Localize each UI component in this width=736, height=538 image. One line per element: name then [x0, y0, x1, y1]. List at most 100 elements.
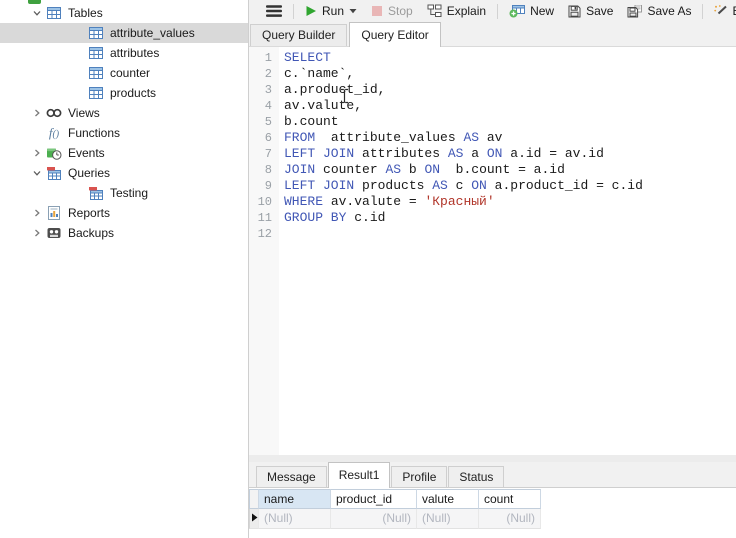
- tree-item-testing[interactable]: Testing: [0, 183, 248, 203]
- sidebar-tree: Tables attribute_values attributes counter p…: [0, 3, 248, 243]
- toolbar-button-explain[interactable]: Explain: [420, 0, 493, 22]
- sql-identifier: b.count = a.id: [440, 162, 565, 177]
- table-icon: [46, 5, 62, 21]
- sql-keyword: GROUP BY: [284, 210, 347, 225]
- tree-item-attribute-values[interactable]: attribute_values: [0, 23, 248, 43]
- code-line: 1 SELECT: [249, 50, 736, 66]
- tree-item-views[interactable]: Views: [0, 103, 248, 123]
- save-as-icon: [627, 4, 643, 18]
- tree-item-label: counter: [110, 66, 151, 80]
- toolbar-button-save[interactable]: Save: [561, 0, 620, 22]
- tree-item-label: Functions: [68, 126, 121, 140]
- code-line: 12: [249, 226, 736, 242]
- toolbar-button-run[interactable]: Run: [298, 0, 364, 22]
- column-header-product-id[interactable]: product_id: [331, 489, 417, 509]
- column-header-name[interactable]: name: [259, 489, 331, 509]
- sql-identifier: attribute_values: [315, 130, 464, 145]
- line-number: 10: [257, 195, 272, 209]
- column-header-label: name: [264, 492, 295, 506]
- code-line: 8 JOIN counter AS b ON b.count = a.id: [249, 162, 736, 178]
- sql-keyword: ON: [471, 178, 487, 193]
- column-header-count[interactable]: count: [479, 489, 541, 509]
- sql-identifier: counter: [315, 162, 386, 177]
- table-icon: [88, 65, 104, 81]
- tab-query-editor[interactable]: Query Editor: [349, 22, 441, 47]
- toolbar-separator: [293, 3, 294, 19]
- cell-product-id[interactable]: (Null): [331, 509, 417, 529]
- code-text: WHERE av.valute = 'Красный': [279, 194, 495, 210]
- tree-item-tables[interactable]: Tables: [0, 3, 248, 23]
- sql-editor[interactable]: 1 SELECT 2 c.`name`, 3 a.product_id, 4 av.valut…: [249, 47, 736, 455]
- toolbar-button-bea[interactable]: Bea: [707, 0, 736, 22]
- grid-data-row: (Null) (Null) (Null) (Null): [249, 509, 541, 529]
- code-text: SELECT: [279, 50, 331, 66]
- tree-item-functions[interactable]: f() Functions: [0, 123, 248, 143]
- sql-keyword: LEFT JOIN: [284, 178, 355, 193]
- column-header-label: valute: [422, 492, 455, 506]
- table-icon: [88, 45, 104, 61]
- sql-keyword: FROM: [284, 130, 316, 145]
- toolbar-button-stop[interactable]: Stop: [364, 0, 420, 22]
- tab-status[interactable]: Status: [448, 466, 505, 487]
- code-text: b.count: [279, 114, 339, 130]
- cell-name[interactable]: (Null): [259, 509, 331, 529]
- tree-item-counter[interactable]: counter: [0, 63, 248, 83]
- tab-query-builder[interactable]: Query Builder: [250, 24, 348, 46]
- run-icon: [305, 5, 317, 17]
- sql-identifier: c: [447, 178, 472, 193]
- tree-item-attributes[interactable]: attributes: [0, 43, 248, 63]
- tab-profile[interactable]: Profile: [391, 466, 448, 487]
- tree-item-label: Testing: [110, 186, 149, 200]
- tree-item-label: Tables: [68, 6, 103, 20]
- chevron-right-icon[interactable]: [28, 148, 46, 158]
- toolbar-button-new[interactable]: New: [502, 0, 561, 22]
- chevron-right-icon[interactable]: [28, 228, 46, 238]
- table-icon: [88, 85, 104, 101]
- code-line: 4 av.valute,: [249, 98, 736, 114]
- line-number: 1: [264, 51, 272, 65]
- line-number: 3: [264, 83, 272, 97]
- cell-count[interactable]: (Null): [479, 509, 541, 529]
- toolbar-button-label: Run: [322, 4, 345, 18]
- tab-label: Message: [267, 470, 316, 484]
- menu-button[interactable]: [259, 0, 289, 22]
- code-text: LEFT JOIN products AS c ON a.product_id …: [279, 178, 643, 194]
- row-selector[interactable]: [249, 509, 259, 529]
- reports-icon: [46, 205, 62, 221]
- toolbar-separator: [702, 3, 704, 19]
- sql-keyword: AS: [432, 178, 448, 193]
- column-header-valute[interactable]: valute: [417, 489, 479, 509]
- code-text: GROUP BY c.id: [279, 210, 385, 226]
- tree-item-queries[interactable]: Queries: [0, 163, 248, 183]
- sql-string: 'Красный': [424, 194, 495, 209]
- line-number: 9: [264, 179, 272, 193]
- sql-keyword: AS: [447, 146, 464, 161]
- code-line: 3 a.product_id,: [249, 82, 736, 98]
- tree-item-label: Backups: [68, 226, 115, 240]
- new-icon: [509, 4, 526, 18]
- tab-result1[interactable]: Result1: [327, 462, 391, 488]
- chevron-right-icon[interactable]: [28, 208, 46, 218]
- code-line: 6 FROM attribute_values AS av: [249, 130, 736, 146]
- stop-icon: [371, 5, 383, 17]
- cell-value: (Null): [382, 511, 411, 525]
- tree-item-products[interactable]: products: [0, 83, 248, 103]
- tab-label: Profile: [402, 470, 437, 484]
- tree-item-events[interactable]: Events: [0, 143, 248, 163]
- code-line: 11 GROUP BY c.id: [249, 210, 736, 226]
- toolbar-button-save-as[interactable]: Save As: [620, 0, 698, 22]
- tree-item-label: Views: [68, 106, 100, 120]
- cell-valute[interactable]: (Null): [417, 509, 479, 529]
- chevron-right-icon[interactable]: [28, 108, 46, 118]
- tree-item-reports[interactable]: Reports: [0, 203, 248, 223]
- sql-identifier: attributes: [354, 146, 448, 161]
- tree-item-backups[interactable]: Backups: [0, 223, 248, 243]
- sql-keyword: JOIN: [284, 162, 316, 177]
- tab-message[interactable]: Message: [256, 466, 327, 487]
- chevron-down-icon[interactable]: [28, 8, 46, 18]
- navicat-query-window: Tables attribute_values attributes counter p…: [0, 0, 736, 538]
- caret-down-icon[interactable]: [349, 8, 357, 14]
- code-line: 10 WHERE av.valute = 'Красный': [249, 194, 736, 210]
- chevron-down-icon[interactable]: [28, 168, 46, 178]
